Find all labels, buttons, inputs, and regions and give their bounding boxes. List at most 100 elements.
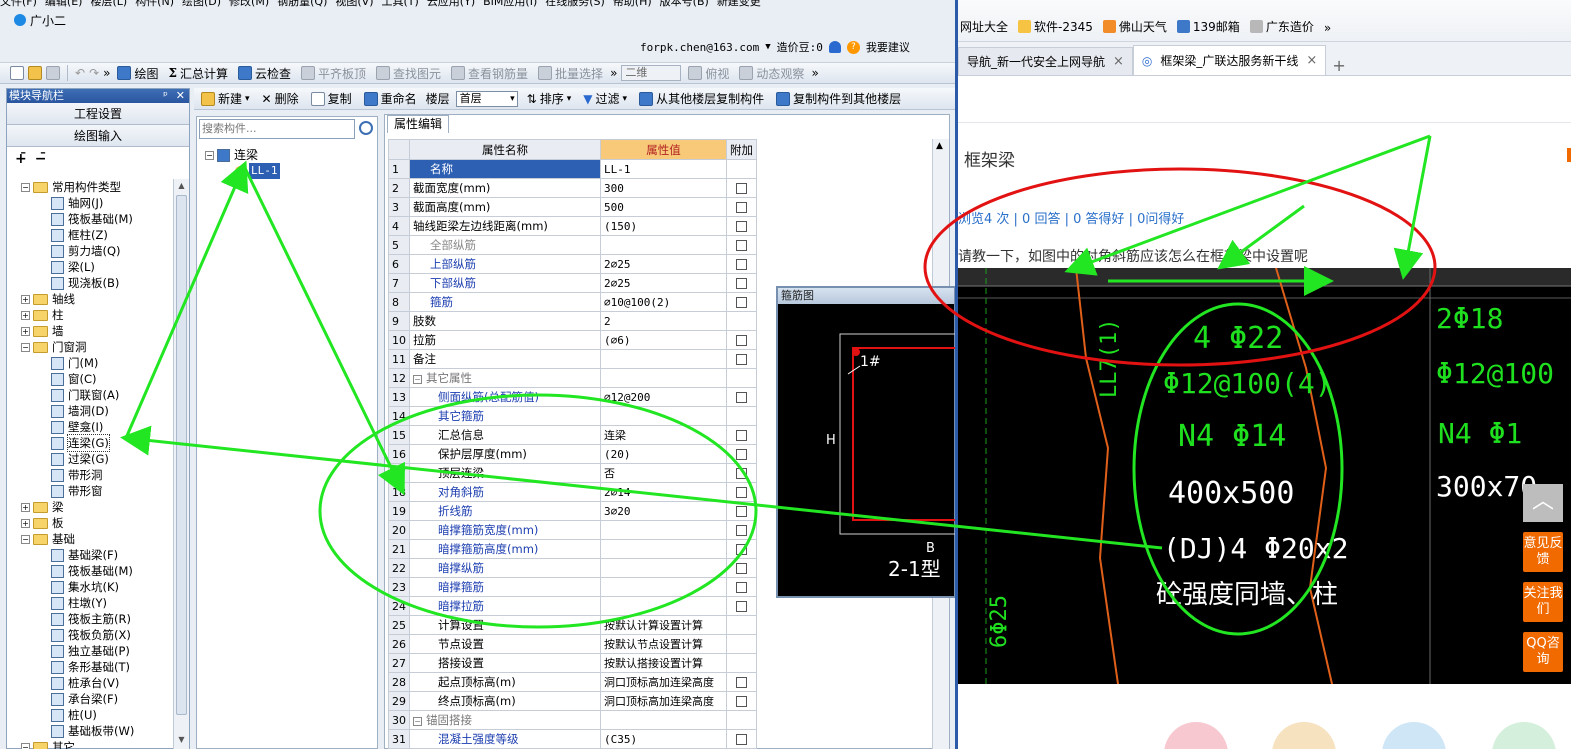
nav-tree-item[interactable]: 基础板带(W) [7,723,173,739]
sort-button[interactable]: ⇅ 排序 ▾ [524,90,575,107]
nav-tree-item[interactable]: 剪力墙(Q) [7,243,173,259]
menu-item[interactable]: 编辑(E) [45,0,83,8]
property-value[interactable]: (20) [600,444,727,464]
nav-tree-item[interactable]: 门联窗(A) [7,387,173,403]
expand-all-icon[interactable]: +̄ [15,151,27,167]
pin-icon[interactable]: ᵖ [163,89,168,103]
back-to-top-button[interactable]: ︿ [1523,484,1563,522]
menu-item[interactable]: 工具(T) [382,0,419,8]
property-row[interactable]: 30− 锚固搭接 [388,710,757,730]
chevron-down-icon[interactable]: ▼ [765,42,770,52]
property-value[interactable] [600,710,727,730]
bookmark-item[interactable]: 佛山天气 [1102,18,1167,35]
copy-to-floor-button[interactable]: 复制构件到其他楼层 [773,90,904,107]
rename-button[interactable]: 重命名 [361,90,420,107]
nav-tree-item[interactable]: 过梁(G) [7,451,173,467]
property-row[interactable]: 27 搭接设置 按默认搭接设置计算 [388,653,757,673]
nav-tree-item[interactable]: 壁龛(I) [7,419,173,435]
extra-checkbox[interactable] [736,202,747,213]
nav-tree-item[interactable]: 条形基础(T) [7,659,173,675]
extra-checkbox[interactable] [736,259,747,270]
extra-checkbox[interactable] [736,696,747,707]
nav-tree-item[interactable]: − 其它 [7,739,173,749]
nav-tree-item[interactable]: + 梁 [7,499,173,515]
nav-tree-item[interactable]: + 柱 [7,307,173,323]
follow-us-button[interactable]: 关注我们 [1523,582,1563,622]
report-button[interactable] [1492,722,1556,749]
property-value[interactable]: LL-1 [600,159,727,179]
property-value[interactable]: ⌀10@100(2) [600,292,727,312]
nav-tree-item[interactable]: 承台梁(F) [7,691,173,707]
extra-checkbox[interactable] [736,468,747,479]
undo-icon[interactable]: ↶ [75,66,85,80]
scroll-up-icon[interactable]: ▲ [176,181,187,193]
summary-button[interactable]: Σ 汇总计算 [165,65,231,82]
qq-consult-button[interactable]: QQ咨询 [1523,632,1563,672]
nav-tree-item[interactable]: − 基础 [7,531,173,547]
menu-item[interactable]: 视图(V) [335,0,373,8]
collapse-icon[interactable]: − [413,717,422,726]
collapse-all-icon[interactable]: −̄ [35,151,47,167]
bookmark-item[interactable]: 139邮箱 [1176,18,1240,35]
draw-button[interactable]: 绘图 [114,65,161,82]
property-value[interactable]: 2⌀25 [600,254,727,274]
extra-checkbox[interactable] [736,487,747,498]
property-value[interactable]: 连梁 [600,425,727,445]
extra-checkbox[interactable] [736,392,747,403]
property-row[interactable]: 7 下部纵筋 2⌀25 [388,273,757,293]
expand-icon[interactable]: + [21,310,30,320]
extra-checkbox[interactable] [736,734,747,745]
menu-item[interactable]: 文件(F) [0,0,37,8]
scroll-up-icon[interactable]: ▲ [936,141,943,151]
favorite-button[interactable] [1272,722,1336,749]
property-row[interactable]: 5 全部纵筋 [388,235,757,255]
nav-tree-item[interactable]: 带形窗 [7,483,173,499]
nav-tree-item[interactable]: 门(M) [7,355,173,371]
view-angle-button[interactable]: 俯视 [685,65,732,82]
floor-select[interactable]: 首层 [455,90,518,107]
view-rebar-button[interactable]: 查看钢筋量 [448,65,531,82]
tree-group-node[interactable]: − 连梁 [205,147,280,163]
extra-checkbox[interactable] [736,278,747,289]
extra-checkbox[interactable] [736,677,747,688]
property-row[interactable]: 24 暗撑拉筋 [388,596,757,616]
expand-icon[interactable]: + [21,294,30,304]
property-row[interactable]: 13 侧面纵筋(总配筋值) ⌀12@200 [388,387,757,407]
expand-icon[interactable]: + [21,326,30,336]
nav-tree-item[interactable]: − 常用构件类型 [7,179,173,195]
property-row[interactable]: 14 其它箍筋 [388,406,757,426]
find-element-button[interactable]: 查找图元 [373,65,444,82]
menu-item[interactable]: 绘图(D) [182,0,221,8]
suggest-link[interactable]: 我要建议 [866,39,910,55]
property-value[interactable] [600,577,727,597]
menu-item[interactable]: BIM应用(I) [483,0,537,8]
copy-button[interactable]: 复制 [308,90,355,107]
menu-item[interactable]: 新建变更 [717,0,761,8]
bookmark-item[interactable]: 网址大全 [960,18,1008,35]
more-icon[interactable]: » [610,66,617,80]
extra-checkbox[interactable] [736,601,747,612]
property-row[interactable]: 4 轴线距梁左边线距离(mm) (150) [388,216,757,236]
nav-tree-item[interactable]: 轴网(J) [7,195,173,211]
cloud-check-button[interactable]: 云检查 [235,65,294,82]
nav-tree-item[interactable]: 窗(C) [7,371,173,387]
property-value[interactable] [600,406,727,426]
collapse-icon[interactable]: − [21,534,30,544]
new-component-button[interactable]: 新建 ▾ [198,90,253,107]
nav-tree-item[interactable]: 筏板基础(M) [7,563,173,579]
extra-checkbox[interactable] [736,221,747,232]
new-file-icon[interactable] [10,66,24,80]
nav-tree-item[interactable]: 梁(L) [7,259,173,275]
expand-icon[interactable]: + [21,518,30,528]
extra-checkbox[interactable] [736,563,747,574]
browser-tab[interactable]: 导航_新一代安全上网导航 × [958,47,1133,75]
extra-checkbox[interactable] [736,544,747,555]
nav-tree-item[interactable]: 框柱(Z) [7,227,173,243]
property-value[interactable] [600,368,727,388]
menu-item[interactable]: 钢筋量(Q) [277,0,327,8]
property-row[interactable]: 28 起点顶标高(m) 洞口顶标高加连梁高度 [388,672,757,692]
menu-item[interactable]: 帮助(H) [613,0,652,8]
batch-select-button[interactable]: 批量选择 [535,65,606,82]
property-row[interactable]: 22 暗撑纵筋 [388,558,757,578]
property-row[interactable]: 10 拉筋 (⌀6) [388,330,757,350]
